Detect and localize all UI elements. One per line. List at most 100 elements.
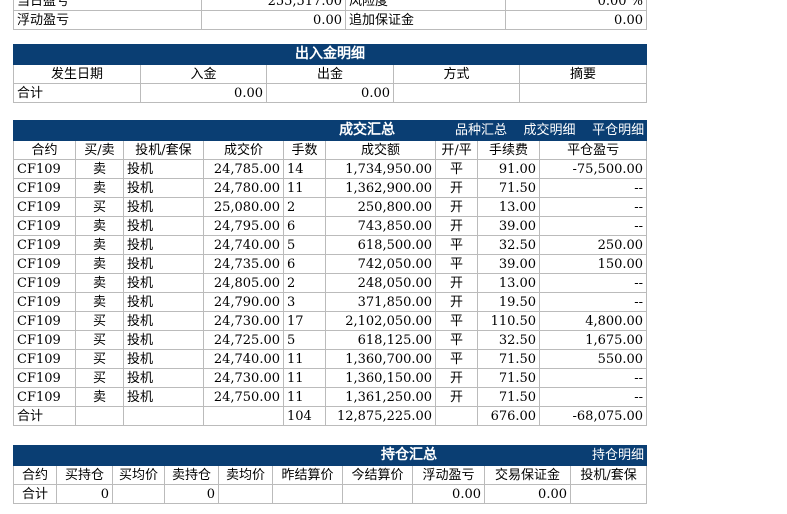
table-row: CF109 卖投机 24,780.00 11 1,362,900.00 开 71.50 -- xyxy=(13,178,648,198)
contract-cell: CF109 xyxy=(13,197,76,217)
contract-cell: CF109 xyxy=(13,368,76,388)
amount-cell: 618,500.00 xyxy=(324,235,437,255)
amount-cell: 1,361,250.00 xyxy=(324,387,437,407)
summary-label: 风险度 xyxy=(345,0,506,11)
close-pnl-cell: 150.00 xyxy=(539,254,648,274)
table-row: CF109 买投机 24,730.00 17 2,102,050.00 平 110.50 4,… xyxy=(13,311,648,331)
price-cell: 24,730.00 xyxy=(203,368,284,388)
lots-cell: 2 xyxy=(283,273,326,293)
amount-cell: 742,050.00 xyxy=(324,254,437,274)
positions-header-row: 合约 买持仓 买均价 卖持仓 卖均价 昨结算价 今结算价 浮动盈亏 交易保证金 … xyxy=(13,465,648,485)
column-header: 平仓盈亏 xyxy=(539,140,648,160)
contract-cell: CF109 xyxy=(13,178,76,198)
lots-cell: 5 xyxy=(283,235,326,255)
total-margin: 0.00 xyxy=(484,484,571,504)
column-header: 买持仓 xyxy=(56,465,113,485)
side-cell: 卖 xyxy=(75,178,124,198)
amount-cell: 1,734,950.00 xyxy=(324,159,437,179)
total-sell-position: 0 xyxy=(164,484,219,504)
fee-cell: 39.00 xyxy=(477,216,541,236)
fee-cell: 110.50 xyxy=(477,311,541,331)
column-header: 浮动盈亏 xyxy=(412,465,485,485)
total-floating-pnl: 0.00 xyxy=(412,484,485,504)
price-cell: 24,725.00 xyxy=(203,330,284,350)
open-close-cell: 开 xyxy=(435,197,479,217)
summary-row-1: 当日盈亏 255,517.00 风险度 0.00 % xyxy=(13,0,647,11)
column-header: 手数 xyxy=(283,140,326,160)
table-row: CF109 买投机 24,740.00 11 1,360,700.00 平 71.50 550… xyxy=(13,349,648,369)
column-header: 开/平 xyxy=(435,140,479,160)
column-header: 买/卖 xyxy=(75,140,124,160)
side-cell: 卖 xyxy=(75,273,124,293)
summary-row-2: 浮动盈亏 0.00 追加保证金 0.00 xyxy=(13,10,647,30)
contract-cell: CF109 xyxy=(13,159,76,179)
fee-cell: 13.00 xyxy=(477,273,541,293)
hedge-cell: 投机 xyxy=(123,159,204,179)
summary-value: 0.00 % xyxy=(505,0,647,11)
hedge-cell: 投机 xyxy=(123,178,204,198)
close-pnl-cell: 4,800.00 xyxy=(539,311,648,331)
side-cell: 卖 xyxy=(75,159,124,179)
lots-cell: 17 xyxy=(283,311,326,331)
table-row: CF109 买投机 25,080.00 2 250,800.00 开 13.00 -- xyxy=(13,197,648,217)
price-cell: 24,795.00 xyxy=(203,216,284,236)
price-cell: 24,785.00 xyxy=(203,159,284,179)
account-summary-table: 当日盈亏 255,517.00 风险度 0.00 % 浮动盈亏 0.00 追加保… xyxy=(13,0,647,30)
positions-total-row: 合计 0 0 0.00 0.00 xyxy=(13,484,648,504)
price-cell: 24,780.00 xyxy=(203,178,284,198)
open-close-cell: 平 xyxy=(435,349,479,369)
total-note xyxy=(518,83,648,103)
price-cell: 24,735.00 xyxy=(203,254,284,274)
column-header: 卖持仓 xyxy=(164,465,219,485)
fee-cell: 71.50 xyxy=(477,387,541,407)
hedge-cell: 投机 xyxy=(123,197,204,217)
total-label: 合计 xyxy=(13,484,57,504)
position-detail-link[interactable]: 持仓明细 xyxy=(592,448,644,463)
trades-header-row: 合约 买/卖 投机/套保 成交价 手数 成交额 开/平 手续费 平仓盈亏 xyxy=(13,140,648,160)
hedge-cell: 投机 xyxy=(123,387,204,407)
fee-cell: 91.00 xyxy=(477,159,541,179)
table-row: CF109 买投机 24,725.00 5 618,125.00 平 32.50 1,675.… xyxy=(13,330,648,350)
funds-title-bar: 出入金明细 xyxy=(12,44,648,65)
contract-cell: CF109 xyxy=(13,254,76,274)
lots-cell: 5 xyxy=(283,330,326,350)
column-header: 卖均价 xyxy=(218,465,273,485)
trades-title: 成交汇总 xyxy=(339,122,396,138)
trade-detail-link[interactable]: 成交明细 xyxy=(524,123,576,138)
lots-cell: 6 xyxy=(283,216,326,236)
table-row: CF109 卖投机 24,740.00 5 618,500.00 平 32.50 250.00 xyxy=(13,235,648,255)
close-pnl-cell: -- xyxy=(539,387,648,407)
close-pnl-cell: 550.00 xyxy=(539,349,648,369)
total-amount: 12,875,225.00 xyxy=(324,406,437,426)
positions-title: 持仓汇总 xyxy=(381,447,437,463)
total-label: 合计 xyxy=(13,83,141,103)
margin-call-label: 追加保证金 xyxy=(345,10,506,30)
side-cell: 卖 xyxy=(75,235,124,255)
hedge-cell: 投机 xyxy=(123,368,204,388)
table-row: CF109 卖投机 24,785.00 14 1,734,950.00 平 91.00 -75… xyxy=(13,159,648,179)
column-header: 入金 xyxy=(140,64,267,84)
column-header: 交易保证金 xyxy=(484,465,571,485)
column-header: 成交价 xyxy=(203,140,284,160)
amount-cell: 371,850.00 xyxy=(324,292,437,312)
price-cell: 24,730.00 xyxy=(203,311,284,331)
total-fee: 676.00 xyxy=(477,406,541,426)
open-close-cell: 开 xyxy=(435,292,479,312)
fee-cell: 71.50 xyxy=(477,178,541,198)
close-detail-link[interactable]: 平仓明细 xyxy=(592,123,644,138)
side-cell: 卖 xyxy=(75,254,124,274)
lots-cell: 11 xyxy=(283,368,326,388)
open-close-cell: 开 xyxy=(435,368,479,388)
trade-rows: CF109 卖投机 24,785.00 14 1,734,950.00 平 91.00 -75… xyxy=(13,159,648,407)
open-close-cell: 开 xyxy=(435,387,479,407)
positions-table: 持仓汇总 持仓明细 合约 买持仓 买均价 卖持仓 卖均价 昨结算价 今结算价 浮… xyxy=(13,445,648,504)
contract-cell: CF109 xyxy=(13,349,76,369)
open-close-cell: 平 xyxy=(435,330,479,350)
side-cell: 买 xyxy=(75,197,124,217)
variety-summary-link[interactable]: 品种汇总 xyxy=(455,123,507,138)
floating-pnl-value: 0.00 xyxy=(201,10,346,30)
summary-label: 当日盈亏 xyxy=(13,0,202,11)
total-withdraw: 0.00 xyxy=(266,83,394,103)
close-pnl-cell: -- xyxy=(539,197,648,217)
column-header: 今结算价 xyxy=(342,465,413,485)
